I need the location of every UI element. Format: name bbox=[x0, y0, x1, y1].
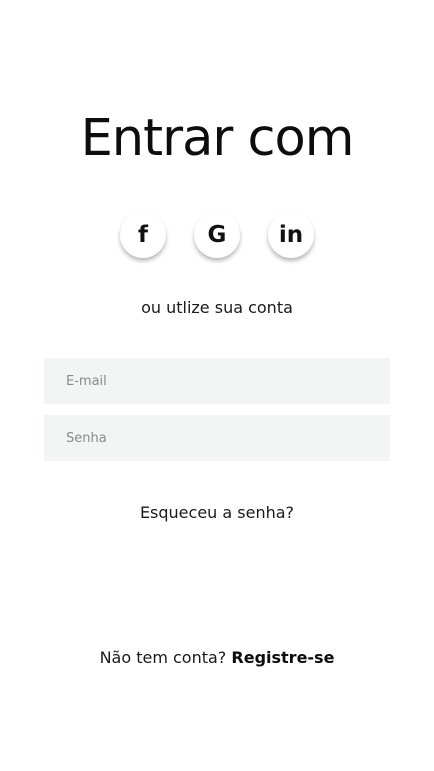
register-prompt: Não tem conta? Registre-se bbox=[0, 648, 434, 667]
linkedin-login-button[interactable]: in bbox=[268, 212, 314, 258]
google-icon: G bbox=[207, 221, 227, 248]
forgot-password-link[interactable]: Esqueceu a senha? bbox=[0, 503, 434, 522]
google-login-button[interactable]: G bbox=[194, 212, 240, 258]
page-title: Entrar com bbox=[80, 109, 355, 168]
register-link[interactable]: Registre-se bbox=[231, 648, 334, 667]
register-prompt-text: Não tem conta? bbox=[99, 648, 227, 667]
password-field[interactable] bbox=[44, 415, 390, 461]
linkedin-icon: in bbox=[278, 221, 304, 248]
social-login-row: f G in bbox=[0, 212, 434, 258]
facebook-icon: f bbox=[137, 221, 148, 248]
facebook-login-button[interactable]: f bbox=[120, 212, 166, 258]
email-field[interactable] bbox=[44, 358, 390, 404]
alternative-login-text: ou utlize sua conta bbox=[141, 298, 293, 317]
